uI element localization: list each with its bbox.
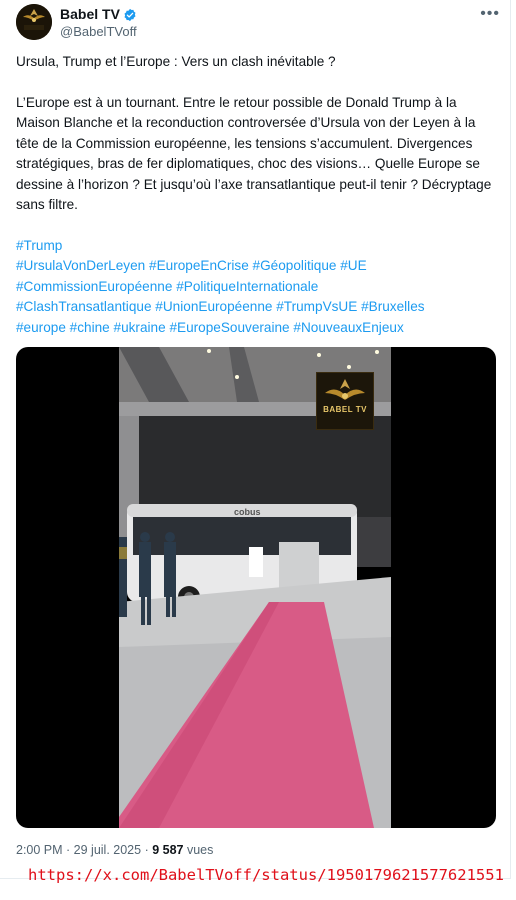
hashtag-link[interactable]: #EuropeSouveraine [169, 320, 289, 335]
babel-tv-watermark-emblem [325, 379, 365, 400]
hashtag-link[interactable]: #europe [16, 320, 66, 335]
meta-separator: · [62, 843, 74, 857]
watermark-label: BABEL TV [323, 405, 367, 414]
avatar[interactable] [16, 4, 52, 40]
author-handle[interactable]: @BabelTVoff [60, 23, 137, 40]
more-options-icon[interactable]: ••• [480, 6, 500, 22]
hashtag-line: #europe #chine #ukraine #EuropeSouverain… [16, 318, 500, 339]
tweet-meta: 2:00 PM · 29 juil. 2025 · 9 587 vues [16, 843, 213, 857]
tweet-card: Babel TV @BabelTVoff ••• Ursula, Trump e… [0, 0, 511, 879]
hashtag-block: #Trump #UrsulaVonDerLeyen #EuropeEnCrise … [16, 236, 500, 339]
babel-tv-watermark: BABEL TV [316, 372, 374, 430]
video-frame: cobus BABEL TV [119, 347, 391, 828]
bus-label: cobus [234, 507, 261, 517]
video-player[interactable]: cobus BABEL TV [16, 347, 496, 828]
post-time[interactable]: 2:00 PM [16, 843, 63, 857]
source-url-note: https://x.com/BabelTVoff/status/19501796… [28, 866, 504, 884]
babel-tv-logo [16, 4, 52, 40]
hashtag-link[interactable]: #CommissionEuropéenne [16, 279, 172, 294]
views-label: vues [183, 843, 214, 857]
author-display-name-row[interactable]: Babel TV [60, 6, 137, 23]
post-date[interactable]: 29 juil. 2025 [74, 843, 141, 857]
hashtag-link[interactable]: #ukraine [114, 320, 166, 335]
hashtag-link[interactable]: #NouveauxEnjeux [293, 320, 403, 335]
hashtag-link[interactable]: #UE [340, 258, 366, 273]
hashtag-link[interactable]: #ClashTransatlantique [16, 299, 152, 314]
views-count: 9 587 [152, 843, 184, 857]
meta-separator-2: · [141, 843, 153, 857]
hashtag-link[interactable]: #EuropeEnCrise [149, 258, 249, 273]
post-body: L’Europe est à un tournant. Entre le ret… [16, 94, 492, 213]
verified-badge-icon [124, 8, 136, 21]
hashtag-link[interactable]: #UnionEuropéenne [155, 299, 272, 314]
hashtag-line: #CommissionEuropéenne #PolitiqueInternat… [16, 277, 500, 298]
hashtag-line: #Trump [16, 236, 500, 257]
author-display-name[interactable]: Babel TV [60, 6, 120, 23]
hashtag-link[interactable]: #Géopolitique [253, 258, 337, 273]
author-names: Babel TV @BabelTVoff [60, 6, 137, 40]
hashtag-link[interactable]: #UrsulaVonDerLeyen [16, 258, 145, 273]
hashtag-line: #ClashTransatlantique #UnionEuropéenne #… [16, 297, 500, 318]
hashtag-link[interactable]: #chine [70, 320, 110, 335]
tweet-text: Ursula, Trump et l’Europe : Vers un clas… [16, 52, 500, 338]
hashtag-line: #UrsulaVonDerLeyen #EuropeEnCrise #Géopo… [16, 256, 500, 277]
tweet-header: Babel TV @BabelTVoff ••• [16, 4, 500, 44]
hashtag-link[interactable]: #TrumpVsUE [276, 299, 357, 314]
hashtag-link[interactable]: #PolitiqueInternationale [176, 279, 318, 294]
post-title: Ursula, Trump et l’Europe : Vers un clas… [16, 54, 336, 69]
hashtag-link[interactable]: #Bruxelles [361, 299, 424, 314]
hashtag-link[interactable]: #Trump [16, 238, 62, 253]
